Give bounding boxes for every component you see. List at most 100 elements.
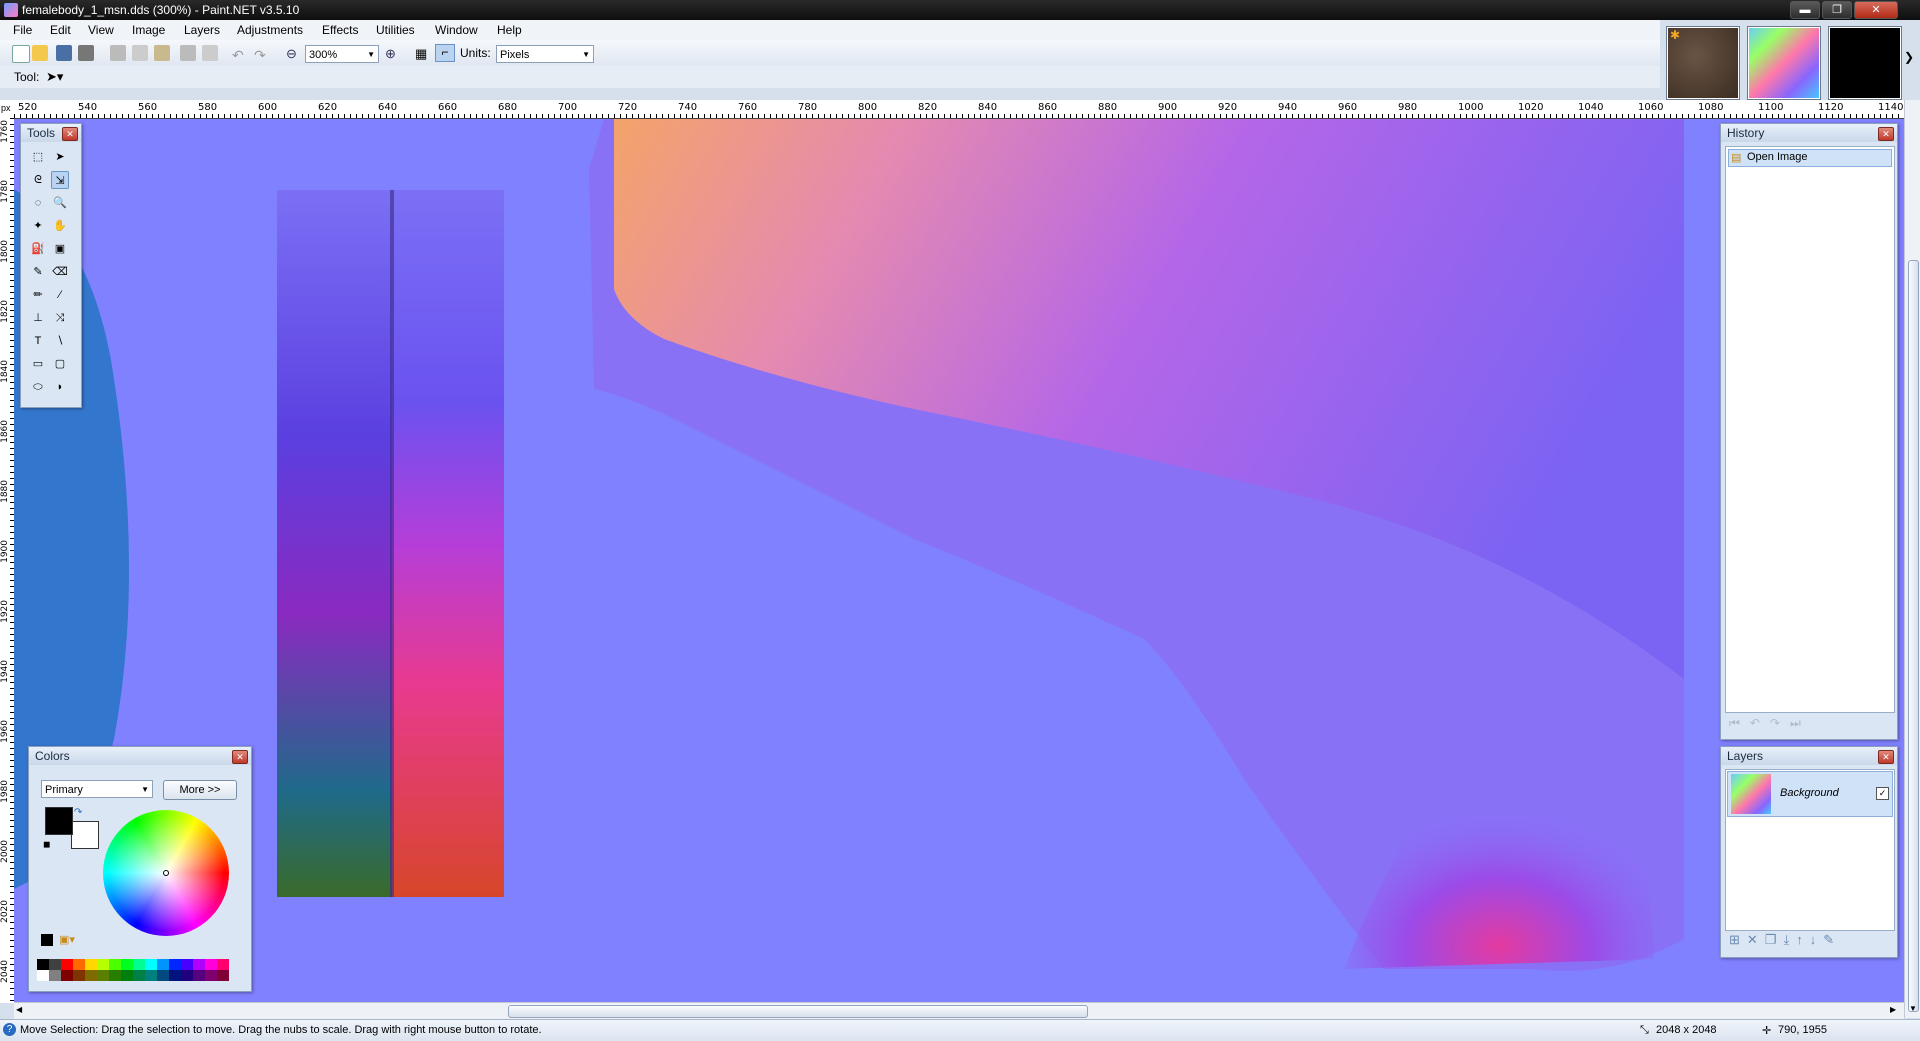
menu-window[interactable]: Window <box>435 23 478 37</box>
palette-swatch[interactable] <box>49 959 61 970</box>
palette-swatch[interactable] <box>169 970 181 981</box>
palette-swatch[interactable] <box>73 970 85 981</box>
palette-menu-icon[interactable]: ▣▾ <box>59 933 75 946</box>
menu-edit[interactable]: Edit <box>50 23 71 37</box>
lasso-select-tool[interactable]: ᘓ <box>29 171 47 189</box>
open-icon[interactable] <box>32 45 48 61</box>
fast-forward-icon[interactable]: ⏭ <box>1790 716 1811 730</box>
palette-swatch[interactable] <box>145 959 157 970</box>
redo-icon[interactable]: ↷ <box>254 47 266 64</box>
menu-adjustments[interactable]: Adjustments <box>237 23 303 37</box>
palette-swatch[interactable] <box>97 970 109 981</box>
menu-file[interactable]: File <box>13 23 32 37</box>
move-selection-tool[interactable]: ⇲ <box>51 171 69 189</box>
close-icon[interactable]: ✕ <box>62 127 78 141</box>
menu-view[interactable]: View <box>88 23 114 37</box>
palette-swatch[interactable] <box>85 970 97 981</box>
menu-effects[interactable]: Effects <box>322 23 358 37</box>
merge-down-icon[interactable]: ⤓ <box>1783 932 1796 947</box>
palette-swatch[interactable] <box>181 970 193 981</box>
eraser-tool[interactable]: ⌫ <box>51 263 69 281</box>
new-icon[interactable] <box>12 45 30 63</box>
deselect-icon[interactable] <box>202 45 218 61</box>
paste-icon[interactable] <box>154 45 170 61</box>
copy-icon[interactable] <box>132 45 148 61</box>
close-button[interactable]: ✕ <box>1854 1 1898 19</box>
freeform-shape-tool[interactable]: ◗ <box>51 378 69 396</box>
horizontal-scrollbar[interactable]: ◀ ▶ <box>14 1002 1904 1019</box>
palette-swatch[interactable] <box>181 959 193 970</box>
close-icon[interactable]: ✕ <box>1878 750 1894 764</box>
palette-swatch[interactable] <box>169 959 181 970</box>
layer-visibility-checkbox[interactable]: ✓ <box>1876 787 1889 800</box>
palette-swatch[interactable] <box>61 959 73 970</box>
print-icon[interactable] <box>78 45 94 61</box>
palette-swatch[interactable] <box>121 970 133 981</box>
pencil-tool[interactable]: ✏ <box>29 286 47 304</box>
palette-swatch[interactable] <box>193 970 205 981</box>
duplicate-layer-icon[interactable]: ❐ <box>1765 932 1784 947</box>
swap-colors-icon[interactable]: ↷ <box>74 807 82 818</box>
paintbrush-tool[interactable]: ✎ <box>29 263 47 281</box>
delete-layer-icon[interactable]: ✕ <box>1747 932 1765 947</box>
rectangle-tool[interactable]: ▭ <box>29 355 47 373</box>
primary-color-swatch[interactable] <box>45 807 73 835</box>
palette-swatch[interactable] <box>217 970 229 981</box>
crop-icon[interactable] <box>180 45 196 61</box>
palette-swatch[interactable] <box>157 970 169 981</box>
palette-swatch[interactable] <box>37 970 49 981</box>
clone-stamp-tool[interactable]: ⊥ <box>29 309 47 327</box>
palette-swatch[interactable] <box>157 959 169 970</box>
add-layer-icon[interactable]: ⊞ <box>1729 932 1747 947</box>
history-item[interactable]: ▤ Open Image <box>1728 149 1892 167</box>
add-to-palette-icon[interactable] <box>41 934 53 946</box>
pan-tool[interactable]: ✋ <box>51 217 69 235</box>
units-combo[interactable]: Pixels ▼ <box>496 45 594 63</box>
scroll-left-icon[interactable]: ◀ <box>16 1005 22 1014</box>
vertical-scroll-thumb[interactable] <box>1908 260 1919 1012</box>
rounded-rectangle-tool[interactable]: ▢ <box>51 355 69 373</box>
palette-swatch[interactable] <box>145 970 157 981</box>
cut-icon[interactable] <box>110 45 126 61</box>
palette-swatch[interactable] <box>205 959 217 970</box>
palette-swatch[interactable] <box>109 970 121 981</box>
rulers-icon[interactable]: ⌐ <box>435 44 455 62</box>
color-wheel-marker[interactable] <box>163 870 169 876</box>
maximize-button[interactable]: ❐ <box>1822 1 1852 19</box>
reset-colors-icon[interactable]: ◼ <box>43 839 50 850</box>
current-tool-icon[interactable]: ➤▾ <box>46 69 63 85</box>
undo-icon[interactable]: ↶ <box>232 47 244 64</box>
image-thumbnail-3[interactable] <box>1828 26 1902 100</box>
palette-swatch[interactable] <box>61 970 73 981</box>
palette-swatch[interactable] <box>109 959 121 970</box>
move-layer-up-icon[interactable]: ↑ <box>1796 932 1810 947</box>
image-canvas[interactable] <box>14 119 1904 1002</box>
zoom-in-icon[interactable]: ⊕ <box>385 46 396 62</box>
line-curve-tool[interactable]: ∖ <box>51 332 69 350</box>
palette-swatch[interactable] <box>49 970 61 981</box>
magic-wand-tool[interactable]: ✦ <box>29 217 47 235</box>
zoom-out-icon[interactable]: ⊖ <box>286 46 297 62</box>
gradient-tool[interactable]: ▣ <box>51 240 69 258</box>
menu-image[interactable]: Image <box>132 23 165 37</box>
thumbnail-chevron-icon[interactable]: ❯ <box>1904 50 1914 64</box>
palette-swatch[interactable] <box>193 959 205 970</box>
menu-help[interactable]: Help <box>497 23 522 37</box>
horizontal-scroll-thumb[interactable] <box>508 1005 1088 1018</box>
scroll-down-icon[interactable]: ▼ <box>1909 1004 1917 1013</box>
secondary-color-swatch[interactable] <box>71 821 99 849</box>
more-button[interactable]: More >> <box>163 780 237 800</box>
color-mode-combo[interactable]: Primary ▼ <box>41 780 153 798</box>
undo-icon[interactable]: ↶ <box>1750 716 1770 730</box>
scroll-right-icon[interactable]: ▶ <box>1890 1005 1896 1014</box>
save-icon[interactable] <box>56 45 72 61</box>
palette-swatch[interactable] <box>217 959 229 970</box>
minimize-button[interactable]: ▬ <box>1790 1 1820 19</box>
text-tool[interactable]: T <box>29 332 47 350</box>
layer-properties-icon[interactable]: ✎ <box>1823 932 1841 947</box>
palette-swatch[interactable] <box>85 959 97 970</box>
image-thumbnail-2[interactable] <box>1747 26 1821 100</box>
vertical-scrollbar[interactable]: ▼ <box>1904 100 1920 1018</box>
layer-item[interactable]: Background ✓ <box>1727 771 1893 817</box>
rewind-icon[interactable]: ⏮ <box>1729 716 1750 730</box>
